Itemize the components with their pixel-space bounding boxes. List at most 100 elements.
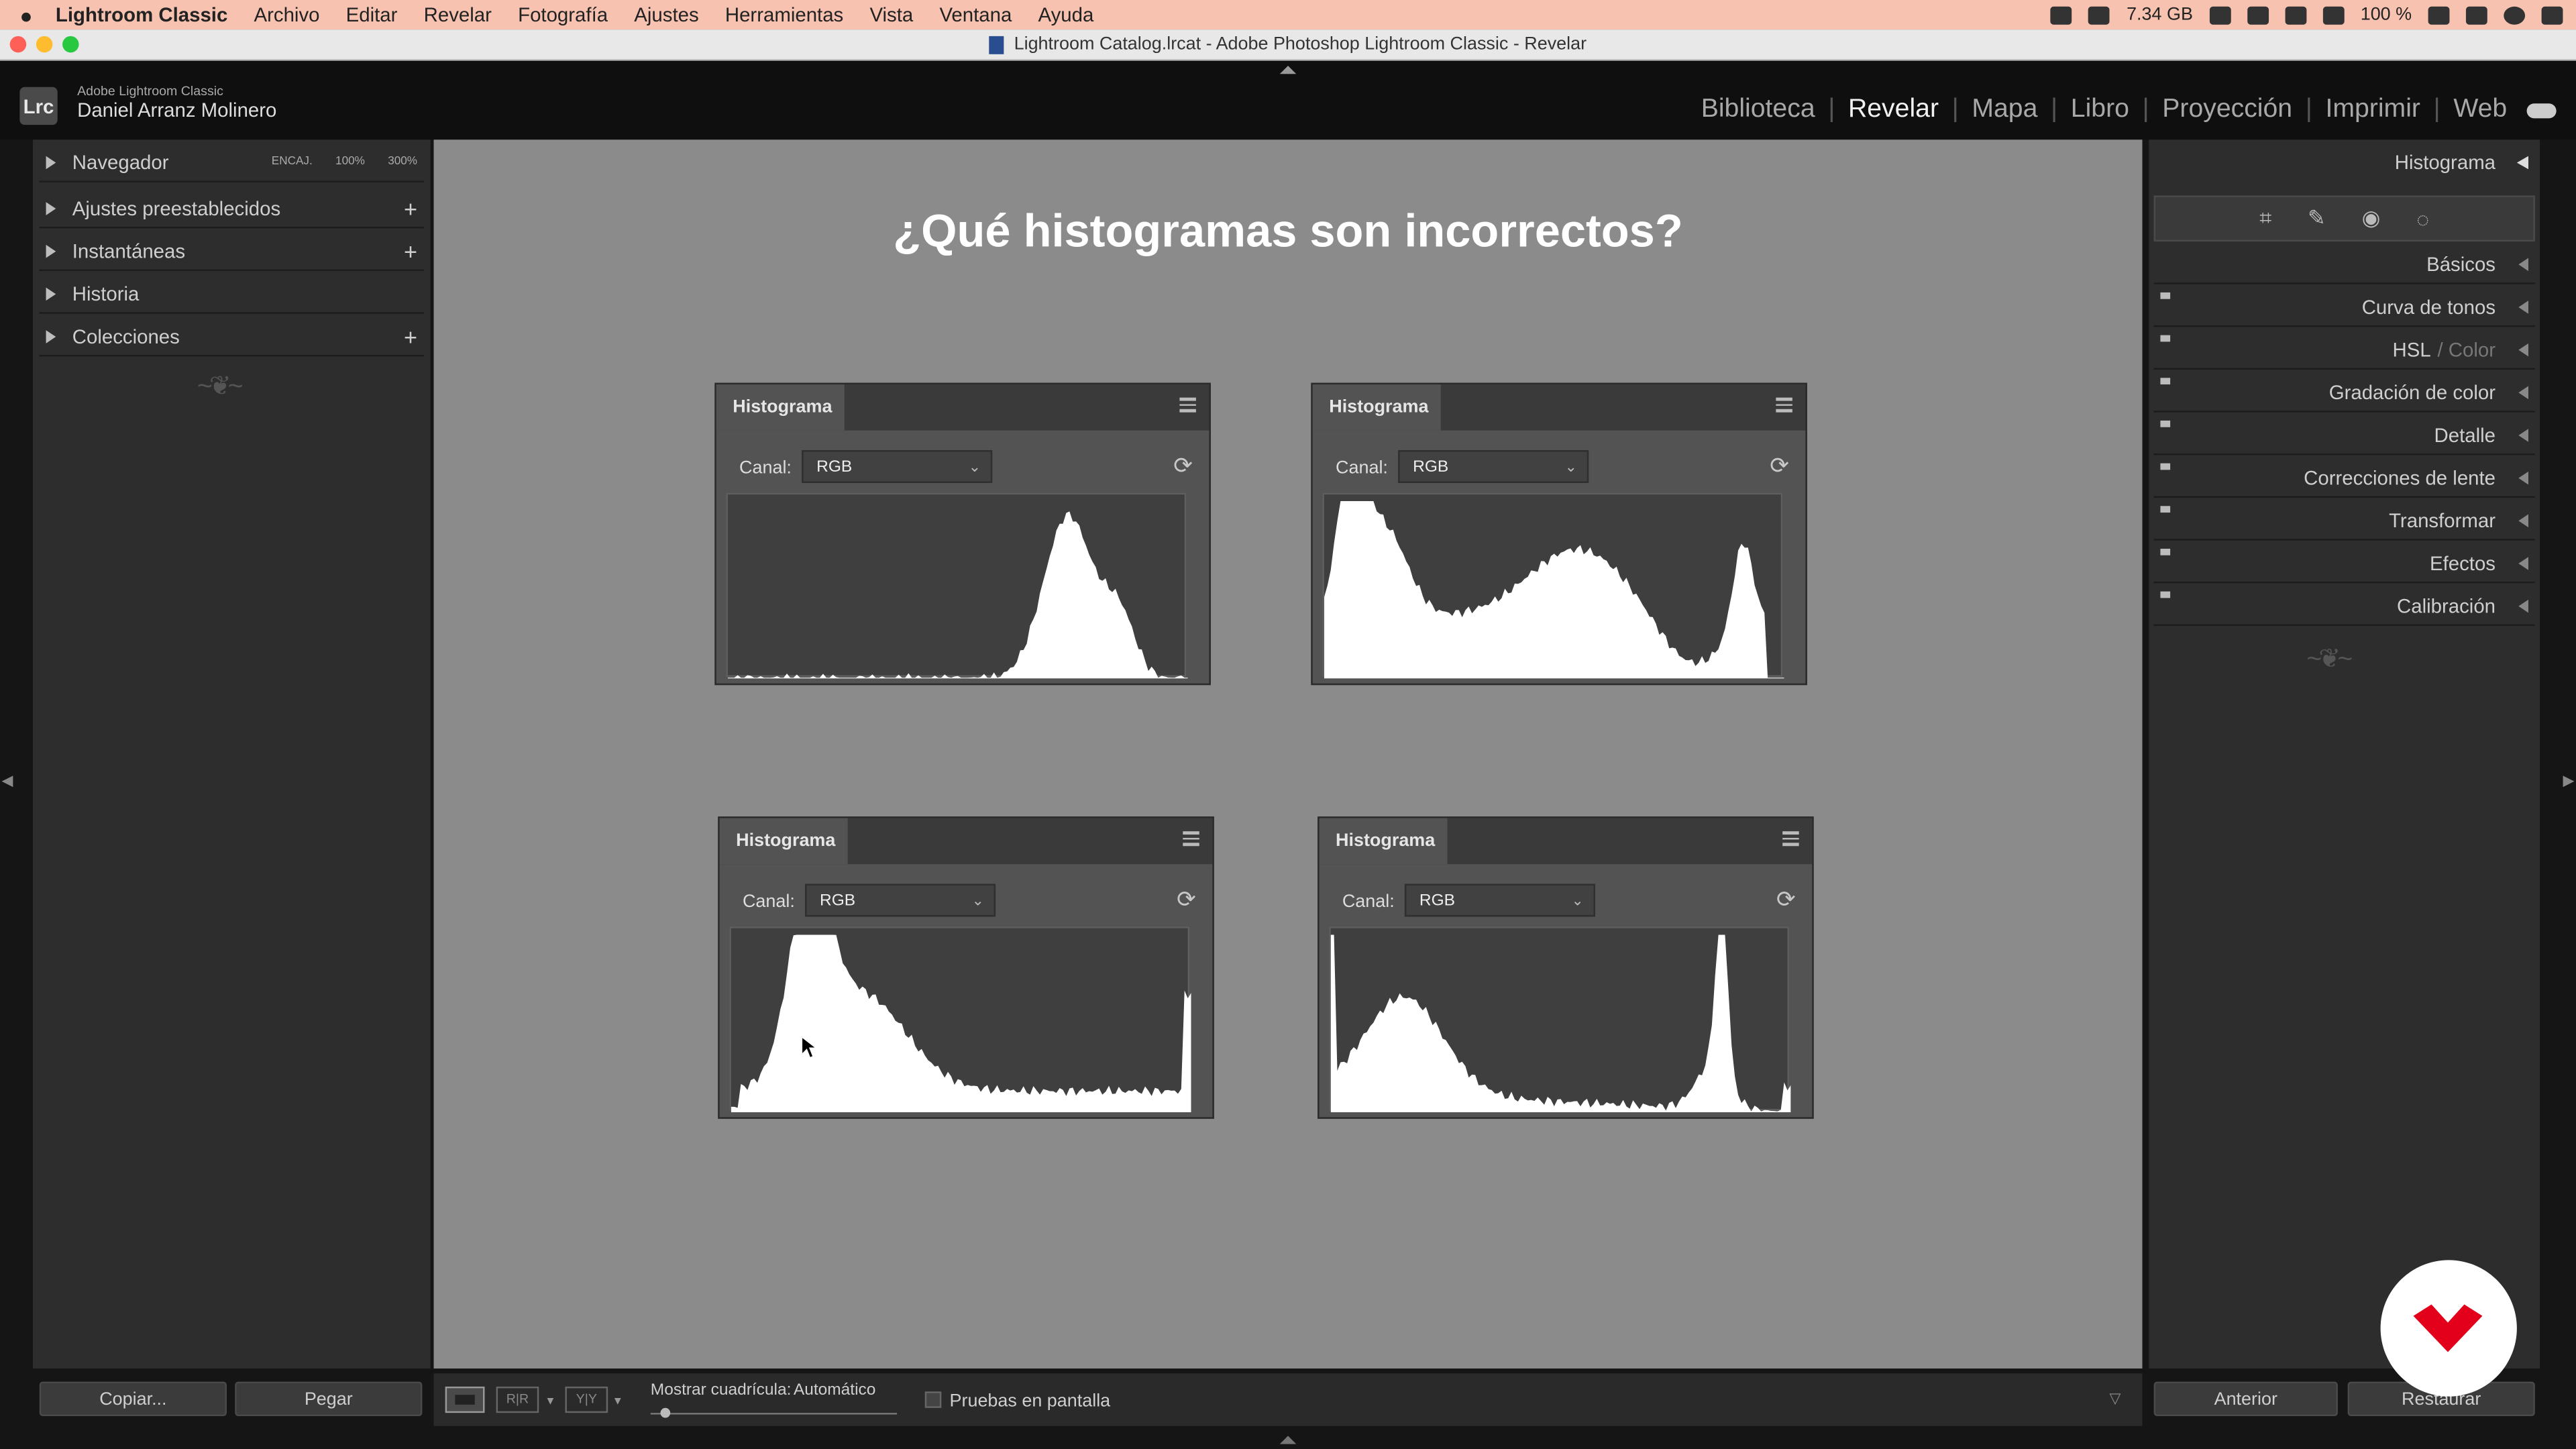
panel-menu-icon[interactable] xyxy=(1776,397,1792,413)
panel-calibracion[interactable]: Calibración xyxy=(2153,586,2535,627)
snapshots-header[interactable]: Instantáneas + xyxy=(39,231,424,272)
healing-brush-icon[interactable]: ✎ xyxy=(2308,205,2326,231)
menu-app-name[interactable]: Lightroom Classic xyxy=(56,3,227,26)
creative-cloud-icon[interactable] xyxy=(2051,5,2073,24)
red-eye-icon[interactable]: ◉ xyxy=(2362,205,2381,231)
panel-switch[interactable] xyxy=(2160,335,2171,342)
loupe-view-icon[interactable] xyxy=(445,1386,485,1413)
panel-hsl-color[interactable]: HSL / Color xyxy=(2153,330,2535,370)
previous-button[interactable]: Anterior xyxy=(2153,1381,2338,1417)
search-icon[interactable] xyxy=(2465,5,2487,24)
panel-efectos[interactable]: Efectos xyxy=(2153,544,2535,584)
zoom-fit-option[interactable]: ENCAJ. xyxy=(272,156,313,168)
bottom-panel-toggle[interactable] xyxy=(1279,1436,1297,1444)
add-collection-icon[interactable]: + xyxy=(404,323,417,349)
panel-switch[interactable] xyxy=(2160,548,2171,555)
panel-menu-icon[interactable] xyxy=(1179,397,1196,413)
refresh-icon[interactable]: ⟳ xyxy=(1776,885,1796,914)
refresh-icon[interactable]: ⟳ xyxy=(1177,885,1196,914)
module-revelar[interactable]: Revelar xyxy=(1848,95,1939,125)
battery-percent[interactable]: 100 % xyxy=(2361,5,2412,24)
panel-switch[interactable] xyxy=(2160,591,2171,598)
channel-select[interactable]: RGB ⌄ xyxy=(802,450,993,484)
panel-correcciones-de-lente[interactable]: Correcciones de lente xyxy=(2153,458,2535,498)
channel-select[interactable]: RGB ⌄ xyxy=(1404,883,1595,917)
wifi-icon[interactable] xyxy=(2285,5,2306,24)
chevron-down-icon[interactable]: ▾ xyxy=(547,1393,554,1408)
panel-detalle[interactable]: Detalle xyxy=(2153,416,2535,455)
minimize-window-button[interactable] xyxy=(36,36,53,53)
left-panel-toggle[interactable]: ◀ xyxy=(1,772,13,790)
refresh-icon[interactable]: ⟳ xyxy=(1173,451,1193,480)
right-panel-toggle[interactable]: ▶ xyxy=(2563,772,2574,790)
panel-menu-icon[interactable] xyxy=(1782,831,1799,847)
toolbar-menu-chevron-icon[interactable]: ▽ xyxy=(2110,1390,2121,1408)
histogram-tab[interactable]: Histograma xyxy=(716,384,845,431)
control-center-icon[interactable] xyxy=(2541,5,2563,24)
top-panel-toggle[interactable] xyxy=(1279,65,1297,74)
module-imprimir[interactable]: Imprimir xyxy=(2325,95,2420,125)
chevron-down-icon[interactable]: ▾ xyxy=(614,1393,621,1408)
menu-vista[interactable]: Vista xyxy=(869,3,913,26)
module-libro[interactable]: Libro xyxy=(2071,95,2129,125)
zoom-100-option[interactable]: 100% xyxy=(335,156,365,168)
module-proyeccion[interactable]: Proyección xyxy=(2162,95,2292,125)
zoom-300-option[interactable]: 300% xyxy=(388,156,417,168)
menu-editar[interactable]: Editar xyxy=(346,3,398,26)
panel-end-ornament-icon: ~❦~ xyxy=(2306,645,2353,674)
panel-menu-icon[interactable] xyxy=(1183,831,1199,847)
histogram-tab[interactable]: Histograma xyxy=(1319,818,1448,865)
menu-revelar[interactable]: Revelar xyxy=(424,3,492,26)
crop-icon[interactable]: ⌗ xyxy=(2259,205,2271,231)
menu-ayuda[interactable]: Ayuda xyxy=(1038,3,1094,26)
before-after-split-icon[interactable]: Y|Y xyxy=(565,1386,608,1413)
cloud-icon[interactable] xyxy=(2526,103,2557,118)
menu-archivo[interactable]: Archivo xyxy=(254,3,319,26)
histogram-panel-header[interactable]: Histograma xyxy=(2154,143,2535,182)
panel-transformar[interactable]: Transformar xyxy=(2153,501,2535,541)
menu-herramientas[interactable]: Herramientas xyxy=(725,3,843,26)
battery-icon[interactable] xyxy=(2428,5,2450,24)
histogram-tab[interactable]: Histograma xyxy=(719,818,848,865)
siri-icon[interactable] xyxy=(2504,5,2526,24)
module-biblioteca[interactable]: Biblioteca xyxy=(1701,95,1815,125)
refresh-icon[interactable]: ⟳ xyxy=(1770,451,1789,480)
masking-icon[interactable]: ◌ xyxy=(2416,206,2429,231)
softproof-checkbox[interactable] xyxy=(924,1391,942,1408)
module-web[interactable]: Web xyxy=(2453,95,2507,125)
navigator-header[interactable]: Navegador ENCAJ. 100% 300% xyxy=(39,143,424,182)
panel-curva-de-tonos[interactable]: Curva de tonos xyxy=(2153,288,2535,327)
zoom-window-button[interactable] xyxy=(62,36,79,53)
close-window-button[interactable] xyxy=(9,36,27,53)
panel-switch[interactable] xyxy=(2160,506,2171,513)
before-after-view-icon[interactable]: R|R xyxy=(496,1386,539,1413)
history-header[interactable]: Historia xyxy=(39,274,424,314)
panel-switch[interactable] xyxy=(2160,420,2171,427)
channel-select[interactable]: RGB ⌄ xyxy=(1398,450,1589,484)
display-icon[interactable] xyxy=(2088,5,2110,24)
grid-select[interactable]: Automático xyxy=(794,1382,876,1400)
menu-fotografia[interactable]: Fotografía xyxy=(518,3,608,26)
module-mapa[interactable]: Mapa xyxy=(1972,95,2037,125)
memory-readout[interactable]: 7.34 GB xyxy=(2127,5,2193,24)
histogram-tab[interactable]: Histograma xyxy=(1312,384,1441,431)
panel-gradacion-de-color[interactable]: Gradación de color xyxy=(2153,373,2535,413)
panel-switch[interactable] xyxy=(2160,463,2171,470)
volume-icon[interactable] xyxy=(2322,5,2345,24)
menu-ventana[interactable]: Ventana xyxy=(939,3,1012,26)
panel-basicos[interactable]: Básicos xyxy=(2153,245,2535,284)
panel-switch[interactable] xyxy=(2160,292,2171,299)
grid-slider[interactable] xyxy=(650,1407,898,1418)
apple-icon[interactable]: ● xyxy=(19,3,32,28)
add-preset-icon[interactable]: + xyxy=(404,195,417,221)
copy-settings-button[interactable]: Copiar... xyxy=(39,1381,227,1417)
panel-switch[interactable] xyxy=(2160,378,2171,385)
airplay-icon[interactable] xyxy=(2247,5,2269,24)
add-snapshot-icon[interactable]: + xyxy=(404,237,417,264)
presets-header[interactable]: Ajustes preestablecidos + xyxy=(39,189,424,229)
paste-settings-button[interactable]: Pegar xyxy=(235,1381,423,1417)
sync-icon[interactable] xyxy=(2209,5,2231,24)
menu-ajustes[interactable]: Ajustes xyxy=(634,3,698,26)
channel-select[interactable]: RGB ⌄ xyxy=(805,883,996,917)
collections-header[interactable]: Colecciones + xyxy=(39,317,424,357)
